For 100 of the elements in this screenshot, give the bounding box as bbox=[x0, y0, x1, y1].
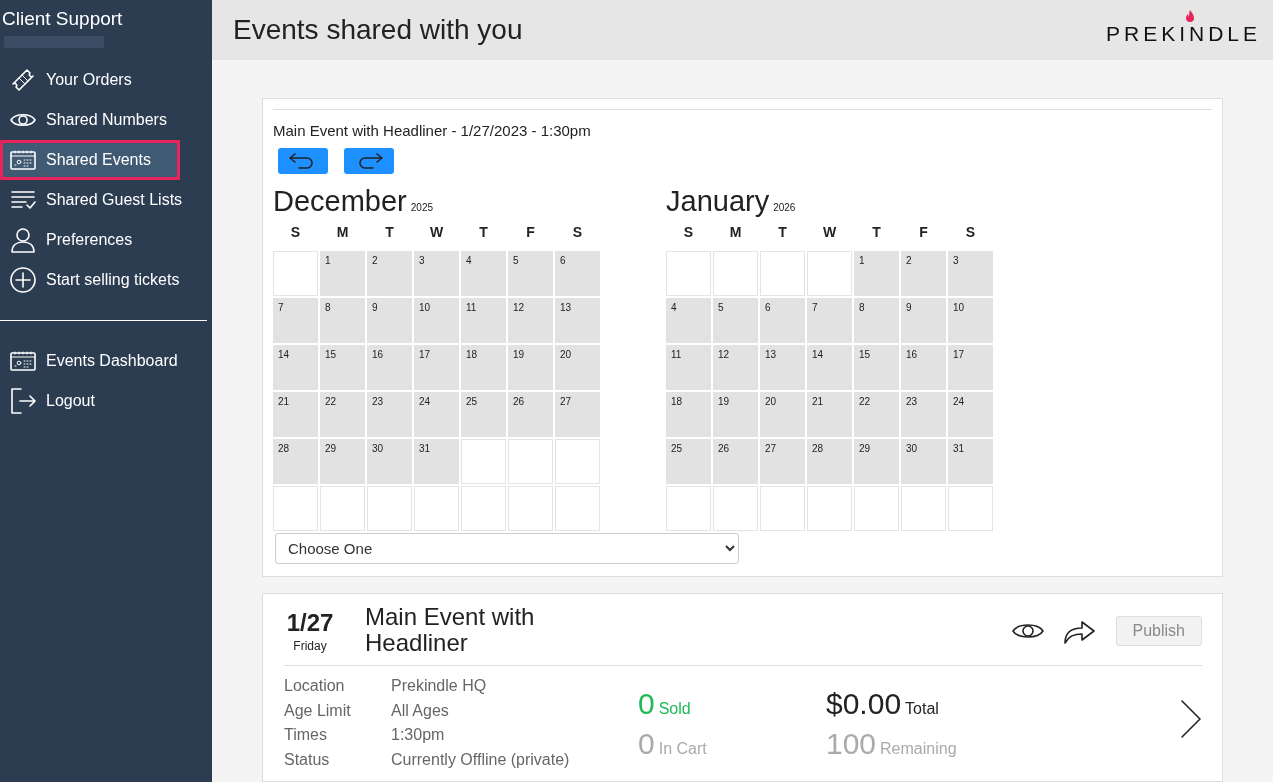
event-weekday: Friday bbox=[293, 639, 327, 653]
day-cell[interactable]: 6 bbox=[555, 251, 600, 296]
day-cell[interactable]: 11 bbox=[666, 345, 711, 390]
empty-day-cell bbox=[508, 439, 553, 484]
year-label: 2025 bbox=[410, 202, 434, 213]
empty-day-cell bbox=[948, 486, 993, 531]
day-cell[interactable]: 7 bbox=[273, 298, 318, 343]
day-cell[interactable]: 1 bbox=[320, 251, 365, 296]
day-cell[interactable]: 9 bbox=[901, 298, 946, 343]
sidebar-item[interactable]: Start selling tickets bbox=[0, 260, 212, 300]
day-cell[interactable]: 8 bbox=[854, 298, 899, 343]
day-cell[interactable]: 25 bbox=[461, 392, 506, 437]
day-cell[interactable]: 10 bbox=[948, 298, 993, 343]
day-cell[interactable]: 27 bbox=[760, 439, 805, 484]
day-cell[interactable]: 31 bbox=[414, 439, 459, 484]
sidebar-item[interactable]: Shared Events bbox=[0, 140, 180, 180]
day-cell[interactable]: 4 bbox=[666, 298, 711, 343]
day-cell[interactable]: 12 bbox=[508, 298, 553, 343]
day-cell[interactable]: 17 bbox=[948, 345, 993, 390]
ticket-icon bbox=[10, 67, 36, 93]
day-cell[interactable]: 21 bbox=[273, 392, 318, 437]
day-cell[interactable]: 22 bbox=[320, 392, 365, 437]
day-cell[interactable]: 31 bbox=[948, 439, 993, 484]
day-cell[interactable]: 29 bbox=[320, 439, 365, 484]
day-cell[interactable]: 23 bbox=[367, 392, 412, 437]
day-cell[interactable]: 5 bbox=[713, 298, 758, 343]
day-cell[interactable]: 3 bbox=[414, 251, 459, 296]
weekday-label: S bbox=[964, 223, 977, 242]
empty-day-cell bbox=[760, 251, 805, 296]
empty-day-cell bbox=[901, 486, 946, 531]
sidebar-item[interactable]: Shared Guest Lists bbox=[0, 180, 212, 220]
day-cell[interactable]: 8 bbox=[320, 298, 365, 343]
day-cell[interactable]: 2 bbox=[367, 251, 412, 296]
day-cell[interactable]: 27 bbox=[555, 392, 600, 437]
weekday-label: M bbox=[728, 223, 743, 242]
detail-label: Times bbox=[284, 726, 328, 745]
day-cell[interactable]: 16 bbox=[901, 345, 946, 390]
day-cell[interactable]: 14 bbox=[273, 345, 318, 390]
day-cell[interactable]: 19 bbox=[713, 392, 758, 437]
day-cell[interactable]: 15 bbox=[854, 345, 899, 390]
chevron-right-icon[interactable] bbox=[1180, 699, 1202, 739]
day-cell[interactable]: 25 bbox=[666, 439, 711, 484]
day-cell[interactable]: 13 bbox=[760, 345, 805, 390]
day-cell[interactable]: 9 bbox=[367, 298, 412, 343]
day-cell[interactable]: 5 bbox=[508, 251, 553, 296]
day-cell[interactable]: 4 bbox=[461, 251, 506, 296]
day-cell[interactable]: 18 bbox=[461, 345, 506, 390]
day-cell[interactable]: 29 bbox=[854, 439, 899, 484]
share-arrow-icon[interactable] bbox=[1063, 618, 1096, 644]
sidebar-item[interactable]: Shared Numbers bbox=[0, 100, 212, 140]
sidebar-item[interactable]: Your Orders bbox=[0, 60, 212, 100]
event-select[interactable]: Choose One bbox=[275, 533, 739, 564]
day-cell[interactable]: 13 bbox=[555, 298, 600, 343]
day-cell[interactable]: 28 bbox=[807, 439, 852, 484]
day-cell[interactable]: 2 bbox=[901, 251, 946, 296]
day-cell[interactable]: 3 bbox=[948, 251, 993, 296]
sidebar-item[interactable]: Preferences bbox=[0, 220, 212, 260]
sidebar-item[interactable]: Logout bbox=[0, 381, 212, 421]
empty-day-cell bbox=[807, 251, 852, 296]
day-cell[interactable]: 15 bbox=[320, 345, 365, 390]
previous-button[interactable] bbox=[278, 148, 328, 174]
event-date: 1/27 bbox=[286, 609, 334, 637]
day-cell[interactable]: 18 bbox=[666, 392, 711, 437]
day-cell[interactable]: 20 bbox=[760, 392, 805, 437]
checklist-icon bbox=[10, 190, 36, 210]
day-cell[interactable]: 17 bbox=[414, 345, 459, 390]
day-cell[interactable]: 16 bbox=[367, 345, 412, 390]
day-cell[interactable]: 26 bbox=[713, 439, 758, 484]
day-cell[interactable]: 30 bbox=[367, 439, 412, 484]
weekday-label: T bbox=[777, 223, 788, 242]
empty-day-cell bbox=[666, 251, 711, 296]
day-cell[interactable]: 24 bbox=[414, 392, 459, 437]
weekday-label: F bbox=[525, 223, 536, 242]
day-cell[interactable]: 19 bbox=[508, 345, 553, 390]
sidebar-item[interactable]: Events Dashboard bbox=[0, 341, 212, 381]
day-cell[interactable]: 14 bbox=[807, 345, 852, 390]
month-name: January bbox=[666, 185, 770, 218]
day-cell[interactable]: 7 bbox=[807, 298, 852, 343]
day-cell[interactable]: 28 bbox=[273, 439, 318, 484]
weekday-label: S bbox=[571, 223, 584, 242]
day-cell[interactable]: 30 bbox=[901, 439, 946, 484]
day-cell[interactable]: 10 bbox=[414, 298, 459, 343]
stat: 100 Remaining bbox=[826, 727, 958, 762]
page-title: Events shared with you bbox=[233, 14, 523, 46]
day-cell[interactable]: 23 bbox=[901, 392, 946, 437]
day-cell[interactable]: 6 bbox=[760, 298, 805, 343]
day-cell[interactable]: 20 bbox=[555, 345, 600, 390]
empty-day-cell bbox=[461, 486, 506, 531]
day-cell[interactable]: 22 bbox=[854, 392, 899, 437]
next-button[interactable] bbox=[344, 148, 394, 174]
day-cell[interactable]: 26 bbox=[508, 392, 553, 437]
stat: 0 In Cart bbox=[638, 727, 708, 762]
day-cell[interactable]: 24 bbox=[948, 392, 993, 437]
detail-value: Prekindle HQ bbox=[391, 677, 488, 696]
day-cell[interactable]: 11 bbox=[461, 298, 506, 343]
person-icon bbox=[10, 227, 36, 253]
day-cell[interactable]: 1 bbox=[854, 251, 899, 296]
day-cell[interactable]: 21 bbox=[807, 392, 852, 437]
day-cell[interactable]: 12 bbox=[713, 345, 758, 390]
eye-icon[interactable] bbox=[1011, 621, 1044, 641]
